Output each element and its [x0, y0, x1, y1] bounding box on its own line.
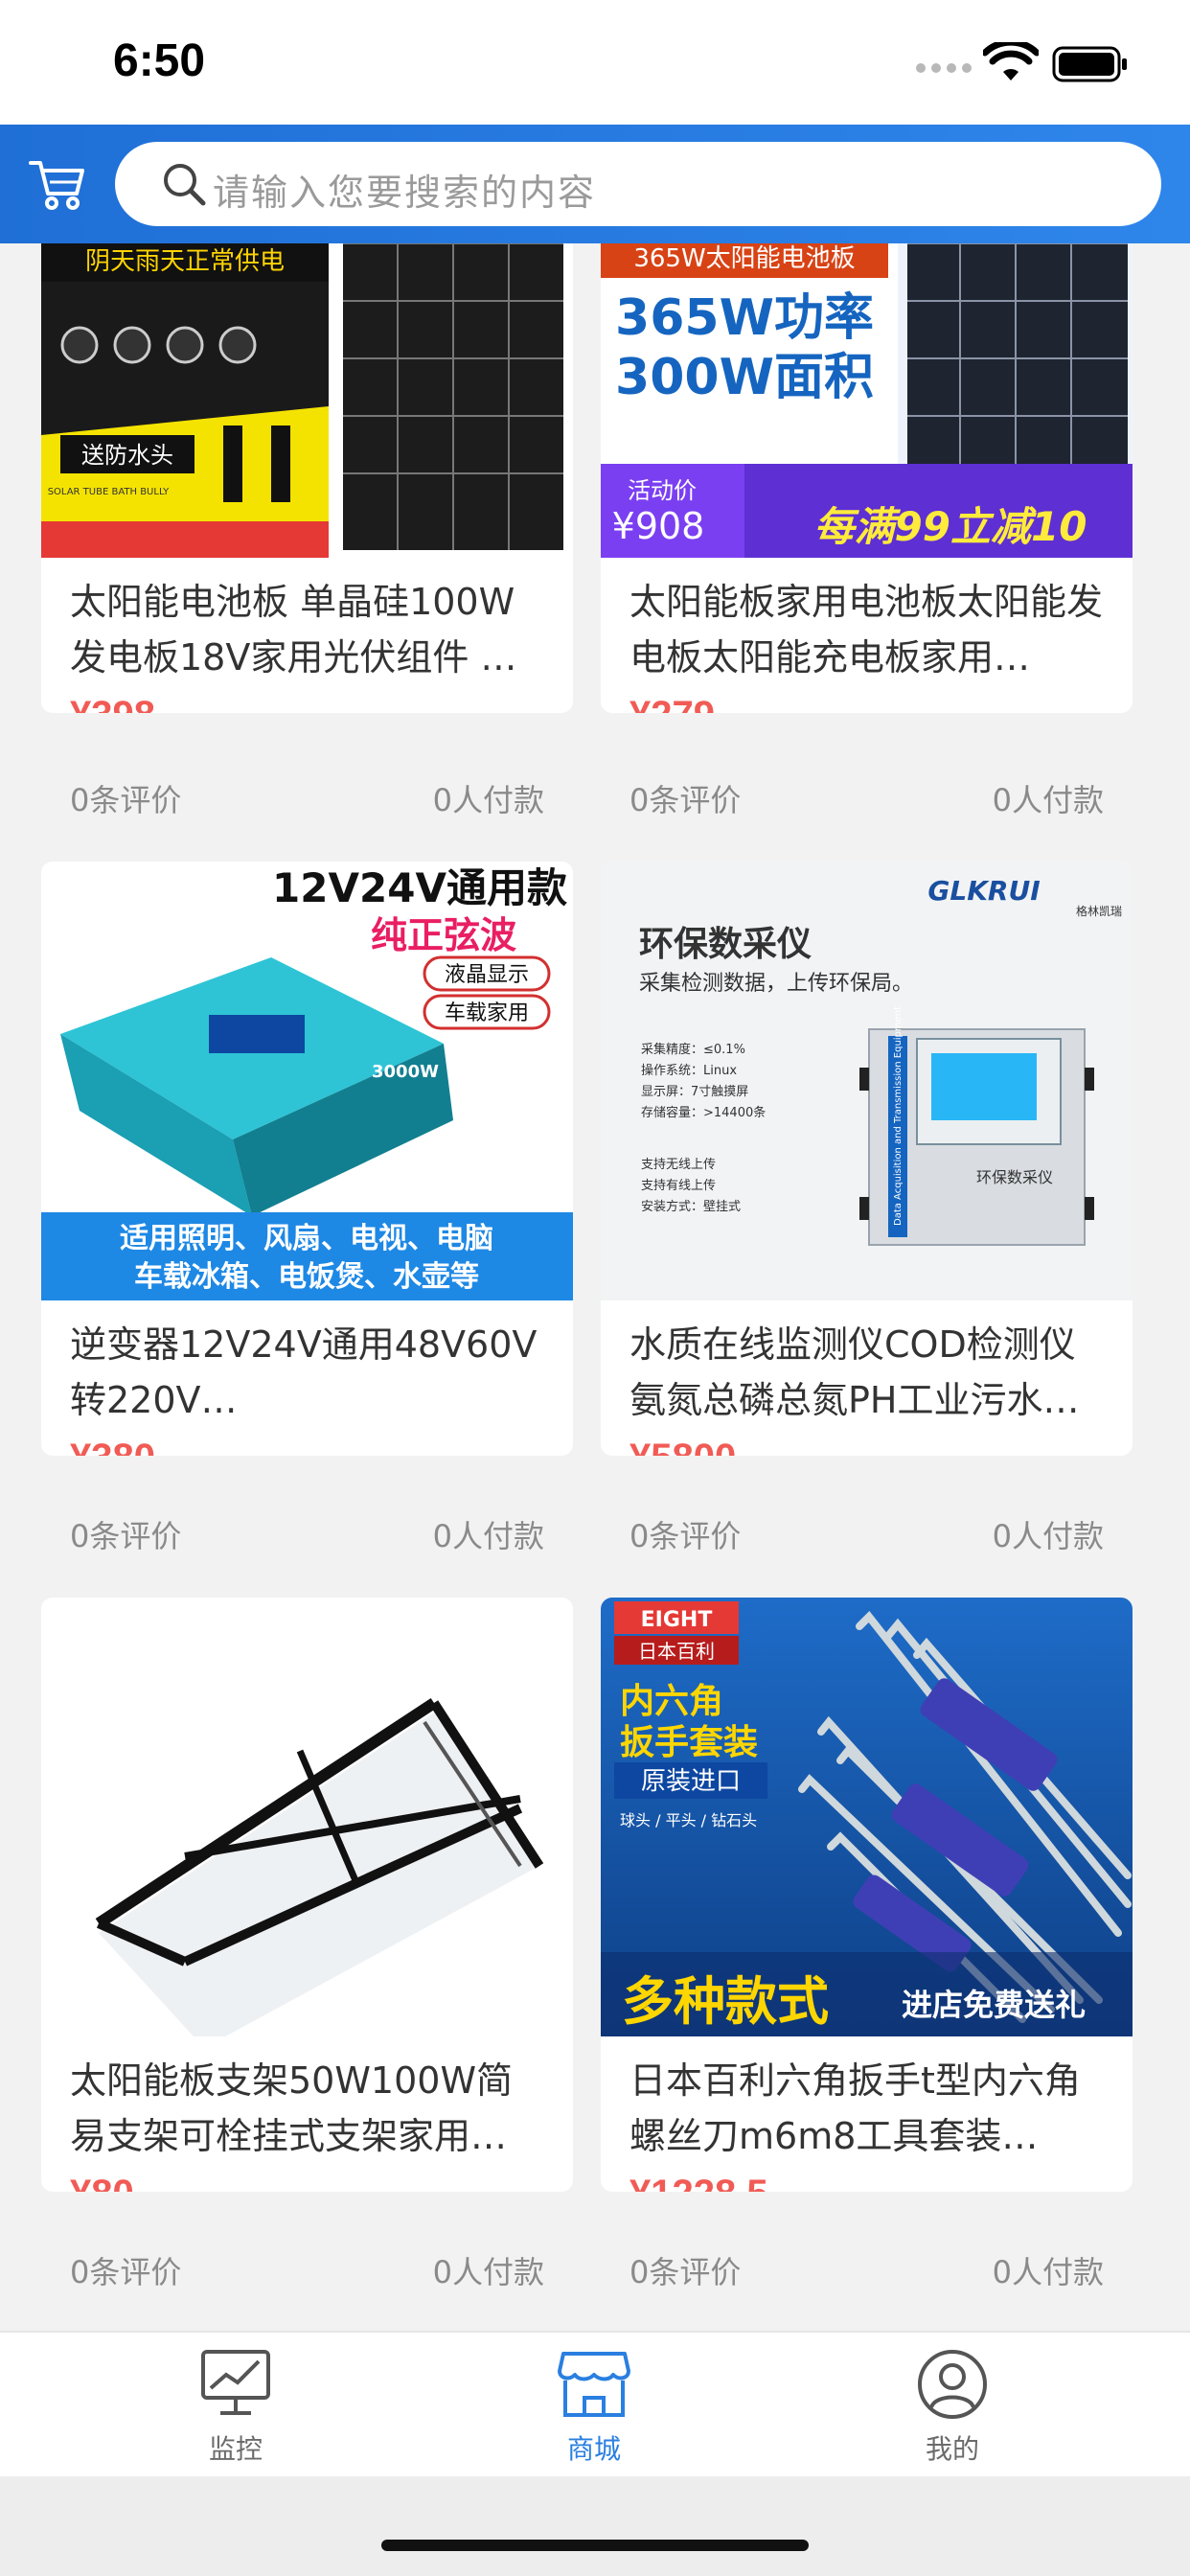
product-price: ¥279 — [629, 694, 715, 713]
product-image-hex-wrench-set[interactable]: EIGHT 日本百利 内六角 扳手套装 原装进口 球头 / 平头 / 钻石头 多… — [601, 1598, 1133, 2036]
payer-count: 0人付款 — [432, 2254, 544, 2290]
product-image-solar-panel-365w[interactable]: 365W太阳能电池板 365W功率 300W面积 活动价 ¥908 每满99立减… — [601, 243, 1133, 558]
product-card[interactable]: EIGHT 日本百利 内六角 扳手套装 原装进口 球头 / 平头 / 钻石头 多… — [601, 1598, 1133, 2192]
image-text: 送防水头 — [81, 442, 173, 469]
product-price: ¥5800 — [629, 1437, 736, 1456]
image-text: 环保数采仪 — [639, 925, 812, 964]
image-text: 365W太阳能电池板 — [633, 244, 855, 273]
wifi-icon — [983, 42, 1039, 80]
payer-count: 0人付款 — [992, 782, 1104, 818]
image-text: 液晶显示 — [445, 963, 529, 987]
tab-label: 我的 — [925, 2433, 979, 2465]
image-text: 阴天雨天正常供电 — [85, 247, 285, 276]
monitor-chart-icon — [201, 2350, 270, 2415]
search-input[interactable]: 请输入您要搜索的内容 — [115, 142, 1161, 226]
product-price: ¥1228.5 — [629, 2173, 768, 2192]
product-title[interactable]: 日本百利六角扳手t型内六角螺丝刀m6m8工具套装… — [629, 2053, 1109, 2164]
payer-count: 0人付款 — [992, 2254, 1104, 2290]
image-text: 显示屏：7寸触摸屏 — [641, 1085, 748, 1099]
product-card[interactable]: GLKRUI 格林凯瑞 环保数采仪 采集检测数据，上传环保局。 采集精度：≤0.… — [601, 862, 1133, 1456]
image-text: 多种款式 — [622, 1971, 829, 2032]
image-text: 格林凯瑞 — [1076, 904, 1122, 918]
product-title[interactable]: 太阳能电池板 单晶硅100W发电板18V家用光伏组件 … — [70, 574, 549, 685]
image-text: 车载家用 — [445, 1001, 529, 1025]
review-count: 0条评价 — [70, 782, 182, 818]
image-text: 日本百利 — [638, 1640, 715, 1663]
payer-count: 0人付款 — [432, 782, 544, 818]
product-image-solar-panel[interactable]: 阴天雨天正常供电 送防水头 SOLAR TUBE BATH BULLY — [41, 243, 573, 558]
review-count: 0条评价 — [629, 782, 742, 818]
product-price: ¥380 — [70, 1437, 155, 1456]
product-grid[interactable]: 阴天雨天正常供电 送防水头 SOLAR TUBE BATH BULLY 太阳能电… — [0, 243, 1190, 2331]
product-title[interactable]: 水质在线监测仪COD检测仪氨氮总磷总氮PH工业污水… — [629, 1317, 1109, 1428]
tab-shop[interactable]: 商城 — [498, 2348, 690, 2467]
tab-monitor[interactable]: 监控 — [140, 2348, 332, 2467]
image-text: 300W面积 — [615, 349, 874, 406]
image-text: 活动价 — [628, 477, 697, 504]
image-text: 支持有线上传 — [641, 1179, 716, 1193]
image-text: 每满99立减10 — [814, 503, 1087, 550]
image-text: 球头 / 平头 / 钻石头 — [620, 1811, 757, 1829]
image-text: 进店免费送礼 — [902, 1987, 1086, 2023]
payer-count: 0人付款 — [432, 1518, 544, 1554]
image-text: 3000W — [372, 1062, 439, 1082]
home-indicator-area — [0, 2476, 1190, 2576]
tab-label: 监控 — [208, 2433, 263, 2465]
image-text: 车载冰箱、电饭煲、水壶等 — [134, 1260, 479, 1294]
product-card[interactable]: 365W太阳能电池板 365W功率 300W面积 活动价 ¥908 每满99立减… — [601, 243, 1133, 713]
product-title[interactable]: 太阳能板支架50W100W简易支架可栓挂式支架家用… — [70, 2053, 549, 2164]
image-text: 采集检测数据，上传环保局。 — [639, 972, 913, 996]
image-text: 采集精度：≤0.1% — [641, 1042, 745, 1057]
tab-profile[interactable]: 我的 — [857, 2348, 1048, 2467]
home-indicator[interactable] — [381, 2540, 809, 2551]
image-text: 存储容量：>14400条 — [641, 1105, 766, 1120]
image-text: ¥908 — [612, 505, 705, 547]
image-text: 支持无线上传 — [641, 1158, 716, 1172]
product-price: ¥80 — [70, 2173, 134, 2192]
product-title[interactable]: 太阳能板家用电池板太阳能发电板太阳能充电板家用… — [629, 574, 1109, 685]
user-icon — [918, 2350, 987, 2419]
image-text: 操作系统：Linux — [641, 1063, 737, 1078]
product-card[interactable]: 12V24V通用款 纯正弦波 液晶显示 车载家用 3000W 适用照明、风扇、电… — [41, 862, 573, 1456]
image-text: 安装方式：壁挂式 — [641, 1199, 741, 1214]
review-count: 0条评价 — [70, 2254, 182, 2290]
image-text: 原装进口 — [641, 1767, 741, 1796]
review-count: 0条评价 — [629, 2254, 742, 2290]
tab-label: 商城 — [566, 2433, 621, 2465]
image-text: 纯正弦波 — [371, 914, 516, 956]
product-price: ¥398 — [70, 694, 155, 713]
status-time: 6:50 — [113, 35, 206, 86]
image-text: 内六角 — [620, 1682, 723, 1721]
bottom-tab-bar: 监控 商城 我的 — [0, 2331, 1190, 2478]
battery-icon — [1052, 46, 1127, 82]
payer-count: 0人付款 — [992, 1518, 1104, 1554]
product-image-water-monitor[interactable]: GLKRUI 格林凯瑞 环保数采仪 采集检测数据，上传环保局。 采集精度：≤0.… — [601, 862, 1133, 1300]
image-text: 365W功率 — [615, 289, 874, 347]
cart-icon[interactable] — [27, 155, 88, 213]
cellular-signal-icon — [916, 63, 972, 73]
shop-icon — [558, 2352, 630, 2417]
image-text: EIGHT — [641, 1608, 713, 1632]
product-image-panel-bracket[interactable] — [41, 1598, 573, 2036]
product-card[interactable]: 阴天雨天正常供电 送防水头 SOLAR TUBE BATH BULLY 太阳能电… — [41, 243, 573, 713]
product-image-inverter[interactable]: 12V24V通用款 纯正弦波 液晶显示 车载家用 3000W 适用照明、风扇、电… — [41, 862, 573, 1300]
product-card[interactable]: 太阳能板支架50W100W简易支架可栓挂式支架家用… ¥80 — [41, 1598, 573, 2192]
image-text: SOLAR TUBE BATH BULLY — [48, 487, 170, 497]
image-text: 扳手套装 — [620, 1723, 758, 1762]
search-placeholder: 请输入您要搜索的内容 — [213, 172, 597, 214]
search-icon — [164, 164, 206, 206]
image-text: Data Acquisition and Transmission Equipm… — [893, 1006, 904, 1226]
image-text: GLKRUI — [927, 875, 1040, 907]
image-text: 适用照明、风扇、电视、电脑 — [120, 1222, 493, 1255]
review-count: 0条评价 — [629, 1518, 742, 1554]
top-bar: 请输入您要搜索的内容 — [0, 125, 1190, 243]
status-bar: 6:50 — [0, 0, 1190, 125]
image-text: 环保数采仪 — [976, 1168, 1053, 1186]
review-count: 0条评价 — [70, 1518, 182, 1554]
image-text: 12V24V通用款 — [272, 864, 567, 911]
product-title[interactable]: 逆变器12V24V通用48V60V转220V… — [70, 1317, 549, 1428]
